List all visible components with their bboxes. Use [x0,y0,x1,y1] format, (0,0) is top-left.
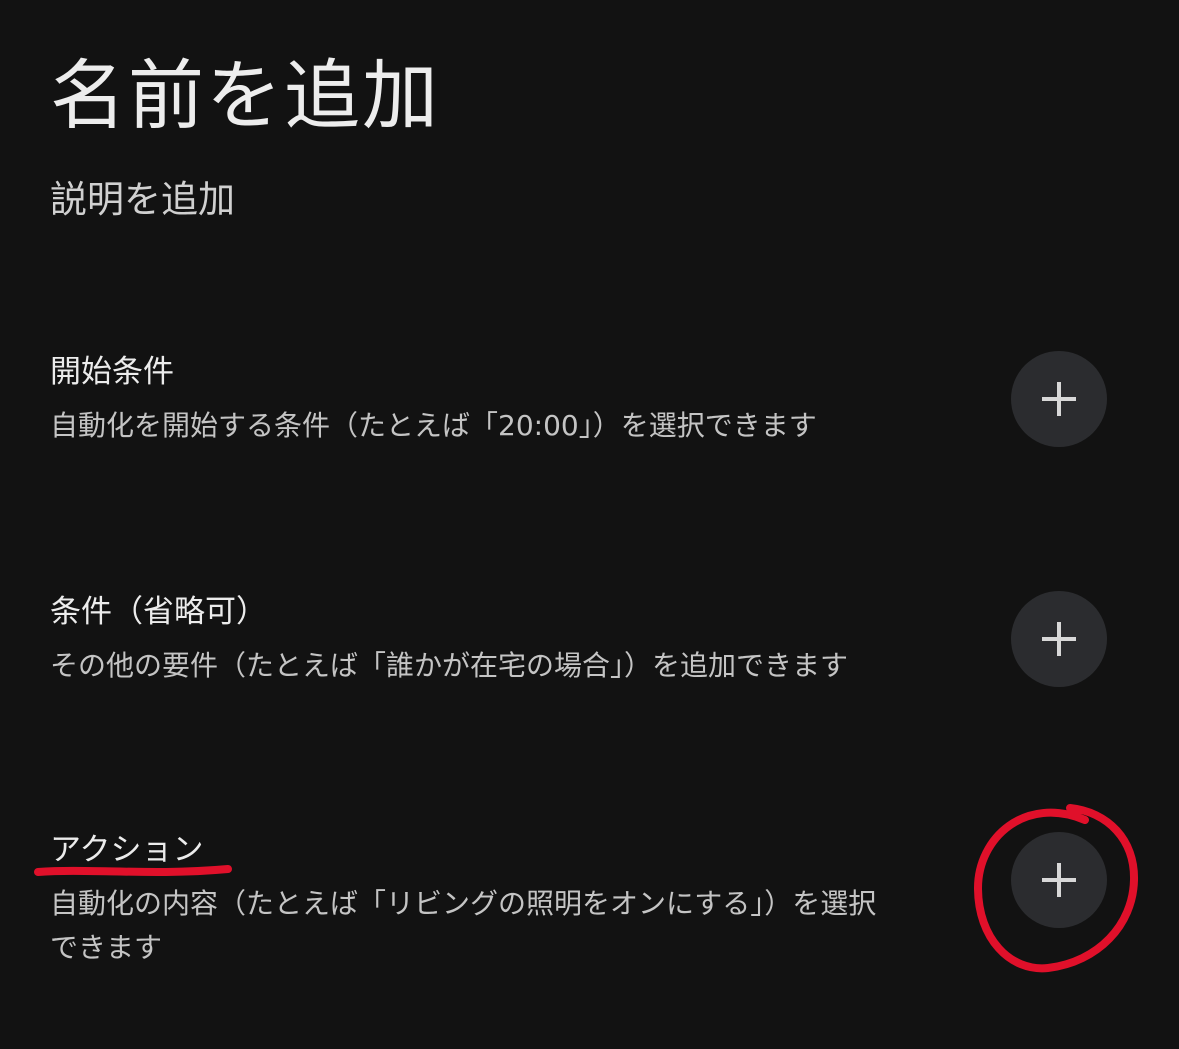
section-title-starter: 開始条件 [50,354,174,390]
section-conditions: 条件（省略可） その他の要件（たとえば「誰かが在宅の場合」）を追加できます [50,590,1130,688]
section-subtitle-starter: 自動化を開始する条件（たとえば「20:00」）を選択できます [50,409,817,442]
add-action-button[interactable] [1011,832,1107,928]
section-subtitle-actions: 自動化の内容（たとえば「リビングの照明をオンにする」）を選択できます [50,887,877,964]
section-title-actions: アクション [50,832,204,868]
section-title-conditions: 条件（省略可） [50,594,267,630]
page-title[interactable]: 名前を追加 [50,48,440,144]
plus-icon [1042,863,1076,897]
section-starter: 開始条件 自動化を開始する条件（たとえば「20:00」）を選択できます [50,350,1130,448]
description-field[interactable]: 説明を追加 [50,174,235,226]
section-actions: アクション 自動化の内容（たとえば「リビングの照明をオンにする」）を選択できます [50,828,1130,970]
section-subtitle-conditions: その他の要件（たとえば「誰かが在宅の場合」）を追加できます [50,649,849,682]
add-starter-button[interactable] [1011,351,1107,447]
add-condition-button[interactable] [1011,591,1107,687]
plus-icon [1042,622,1076,656]
plus-icon [1042,382,1076,416]
